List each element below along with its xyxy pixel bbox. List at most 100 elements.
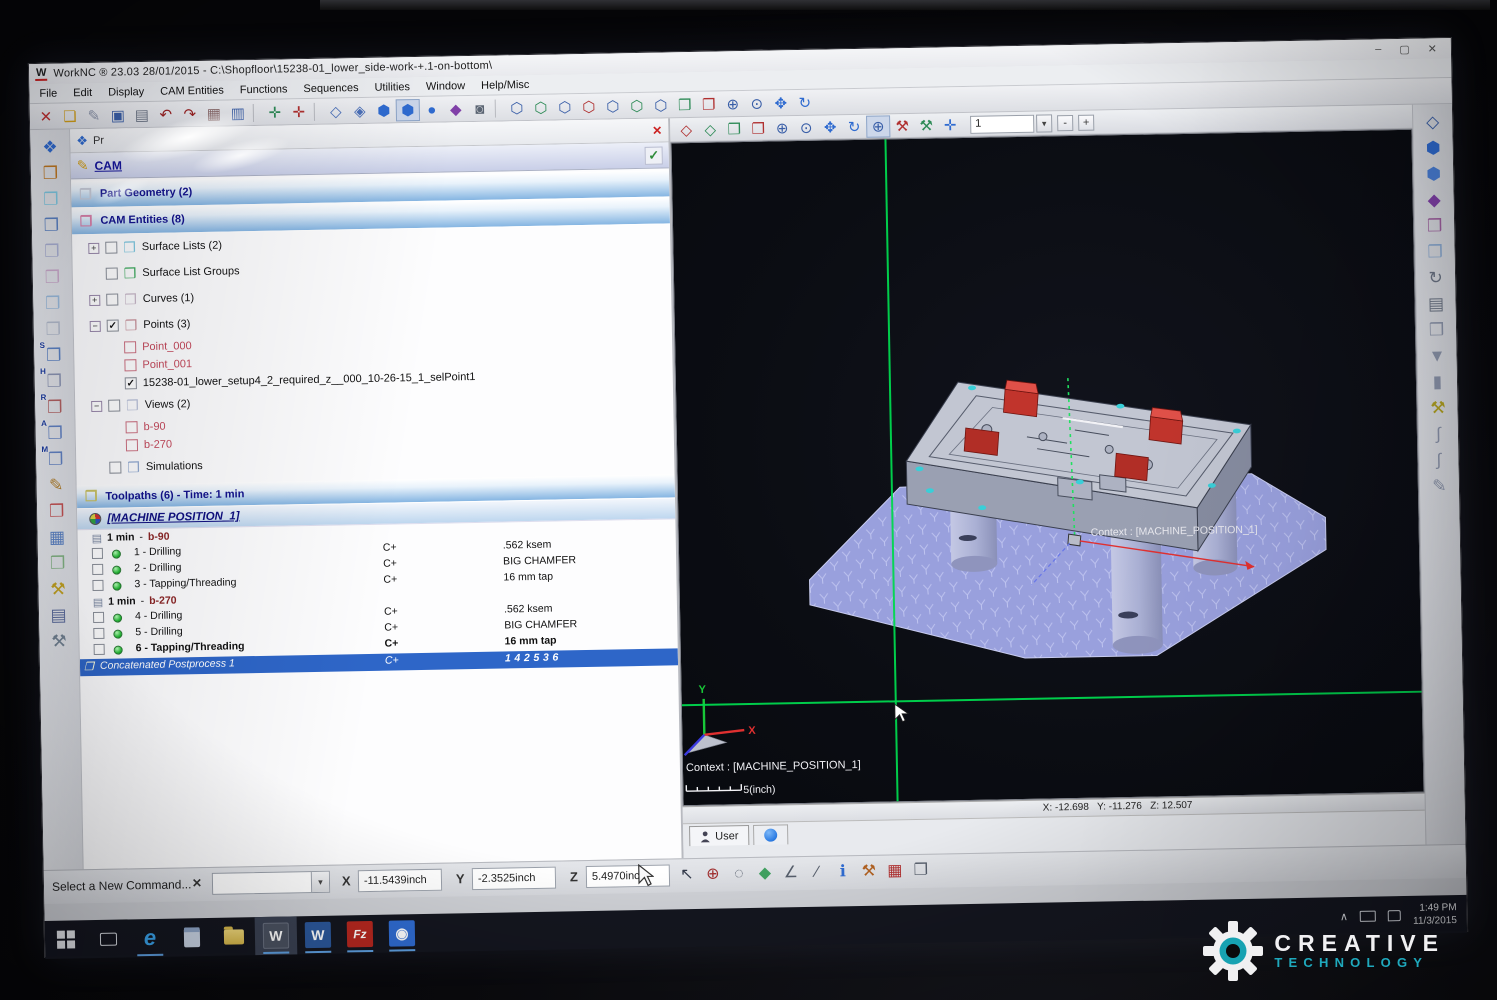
erase-icon[interactable]: ✎: [82, 104, 106, 126]
workzone-surface-icon[interactable]: ❒S: [39, 341, 69, 368]
checkbox[interactable]: [109, 461, 121, 473]
view-z-minus-icon[interactable]: ⬡: [649, 94, 673, 116]
workzone-machine-icon[interactable]: ❒M: [40, 445, 70, 472]
cancel-icon[interactable]: ✕: [34, 105, 58, 127]
save-icon[interactable]: ▣: [106, 104, 130, 126]
rotate-free-icon[interactable]: ✥: [818, 116, 842, 138]
pan-icon[interactable]: ✥: [769, 92, 793, 114]
tool-holder-icon[interactable]: ❒: [1421, 316, 1451, 343]
surface-select-icon[interactable]: ❒: [36, 185, 66, 212]
edge-browser-icon[interactable]: e: [129, 919, 172, 958]
calculator-icon[interactable]: [171, 918, 214, 957]
iso-cube-green-icon[interactable]: ◇: [698, 118, 722, 140]
checkbox[interactable]: [108, 399, 120, 411]
window-tile-icon[interactable]: ❐: [746, 117, 770, 139]
texture-cube-icon[interactable]: ❒: [1419, 212, 1449, 239]
simulate-run-icon[interactable]: ⚒: [890, 114, 914, 136]
toolpath-play-icon[interactable]: ⚒: [914, 114, 938, 136]
minimize-button[interactable]: –: [1375, 43, 1381, 56]
checkbox[interactable]: [124, 359, 136, 371]
pencil-edit-icon[interactable]: ✎: [1424, 472, 1454, 499]
open-file-icon[interactable]: ❏: [58, 105, 82, 127]
solid-view-icon[interactable]: ⬢: [372, 99, 396, 121]
snapshot-icon[interactable]: ◙: [468, 97, 492, 119]
shaded-view-icon[interactable]: ⬢: [396, 98, 420, 120]
axis-machine-icon[interactable]: ✛: [287, 100, 311, 122]
menu-edit[interactable]: Edit: [73, 86, 92, 98]
tool-cone-icon[interactable]: ▼: [1422, 342, 1452, 369]
mesh-view-icon[interactable]: ❒: [38, 289, 68, 316]
solid-cube-icon[interactable]: ⬢: [1418, 134, 1448, 161]
machine-head-icon[interactable]: ▤: [1421, 290, 1451, 317]
tool-info-icon[interactable]: ▦: [882, 858, 908, 882]
tool-kit-icon[interactable]: ⚒: [44, 627, 74, 654]
menu-display[interactable]: Display: [108, 85, 144, 98]
checkbox[interactable]: [92, 564, 103, 575]
checkbox-checked[interactable]: ✓: [125, 377, 137, 389]
material-view-icon[interactable]: ◆: [444, 98, 468, 120]
start-button[interactable]: [45, 920, 88, 959]
checkbox[interactable]: [93, 612, 104, 623]
grid-icon[interactable]: ▦: [202, 102, 226, 124]
workzone-hole-icon[interactable]: ❒H: [39, 367, 69, 394]
close-button[interactable]: ✕: [1428, 42, 1437, 55]
menu-file[interactable]: File: [39, 87, 57, 99]
view-x-minus-icon[interactable]: ⬡: [601, 95, 625, 117]
entity-table-icon[interactable]: ▦: [42, 523, 72, 550]
measure-divide-icon[interactable]: ∕: [804, 860, 830, 884]
zoom-window-icon[interactable]: ⊙: [745, 92, 769, 114]
laptop-link-icon[interactable]: ▤: [43, 601, 73, 628]
expand-icon[interactable]: +: [89, 294, 100, 305]
menu-window[interactable]: Window: [426, 80, 465, 93]
select-query-icon[interactable]: ↖: [674, 862, 700, 886]
rotate-center-icon[interactable]: ⊕: [866, 115, 890, 137]
iso-cube-red-icon[interactable]: ◇: [674, 118, 698, 140]
print-icon[interactable]: ▤: [130, 103, 154, 125]
zoom-fit-icon[interactable]: ⊙: [794, 116, 818, 138]
view-x-plus-icon[interactable]: ⬡: [505, 96, 529, 118]
file-explorer-icon[interactable]: [213, 917, 256, 956]
redo-icon[interactable]: ↷: [178, 102, 202, 124]
view-number-value[interactable]: 1: [970, 114, 1034, 133]
shape-analyze-icon[interactable]: ◆: [752, 861, 778, 885]
tab-view-indicator[interactable]: [753, 824, 788, 845]
hole-detect-icon[interactable]: ❒: [38, 315, 68, 342]
toolpath-tools-icon[interactable]: ⚒: [856, 859, 882, 883]
view-cube-icon[interactable]: ◇: [1417, 108, 1447, 135]
view-plus-button[interactable]: +: [1078, 114, 1094, 130]
menu-sequences[interactable]: Sequences: [303, 82, 358, 95]
view-minus-button[interactable]: -: [1057, 114, 1073, 130]
window-cascade-icon[interactable]: ❐: [722, 117, 746, 139]
worknc-taskbar-icon[interactable]: W: [255, 916, 298, 955]
view-y-minus-icon[interactable]: ⬡: [625, 94, 649, 116]
spline-two-icon[interactable]: ∫: [1424, 446, 1454, 473]
viewport-3d[interactable]: Context : [MACHINE_POSITION_1] Y X Conte…: [670, 129, 1424, 806]
tab-user[interactable]: User: [689, 825, 750, 846]
view-y-plus-icon[interactable]: ⬡: [529, 96, 553, 118]
word-taskbar-icon[interactable]: W: [297, 916, 340, 955]
view-rotate-icon[interactable]: ↻: [1420, 264, 1450, 291]
checkbox[interactable]: [126, 421, 138, 433]
axis-activate-icon[interactable]: ✛: [263, 101, 287, 123]
zoom-in-icon[interactable]: ⊕: [721, 92, 745, 114]
menu-functions[interactable]: Functions: [240, 83, 288, 96]
window-split-icon[interactable]: ❐: [697, 93, 721, 115]
checkbox[interactable]: [93, 628, 104, 639]
face-select-icon[interactable]: ❒: [36, 211, 66, 238]
y-coordinate-input[interactable]: [472, 867, 556, 891]
view-z-plus-icon[interactable]: ⬡: [553, 96, 577, 118]
task-view-button[interactable]: [87, 919, 130, 958]
spline-one-icon[interactable]: ∫: [1423, 420, 1453, 447]
rotate-axis-icon[interactable]: ↻: [842, 115, 866, 137]
window-config-icon[interactable]: ❐: [908, 858, 934, 882]
menu-help-misc[interactable]: Help/Misc: [481, 78, 530, 91]
dropdown-arrow-icon[interactable]: ▾: [311, 872, 329, 892]
view-iso-icon[interactable]: ⬡: [577, 95, 601, 117]
command-combobox[interactable]: ▾: [212, 871, 330, 895]
shaded-cube-icon[interactable]: ⬢: [1418, 160, 1448, 187]
checkbox[interactable]: [126, 439, 138, 451]
hidden-line-view-icon[interactable]: ◈: [348, 99, 372, 121]
plane-select-icon[interactable]: ❒: [37, 237, 67, 264]
checkbox[interactable]: [106, 268, 118, 280]
checkbox[interactable]: [105, 242, 117, 254]
